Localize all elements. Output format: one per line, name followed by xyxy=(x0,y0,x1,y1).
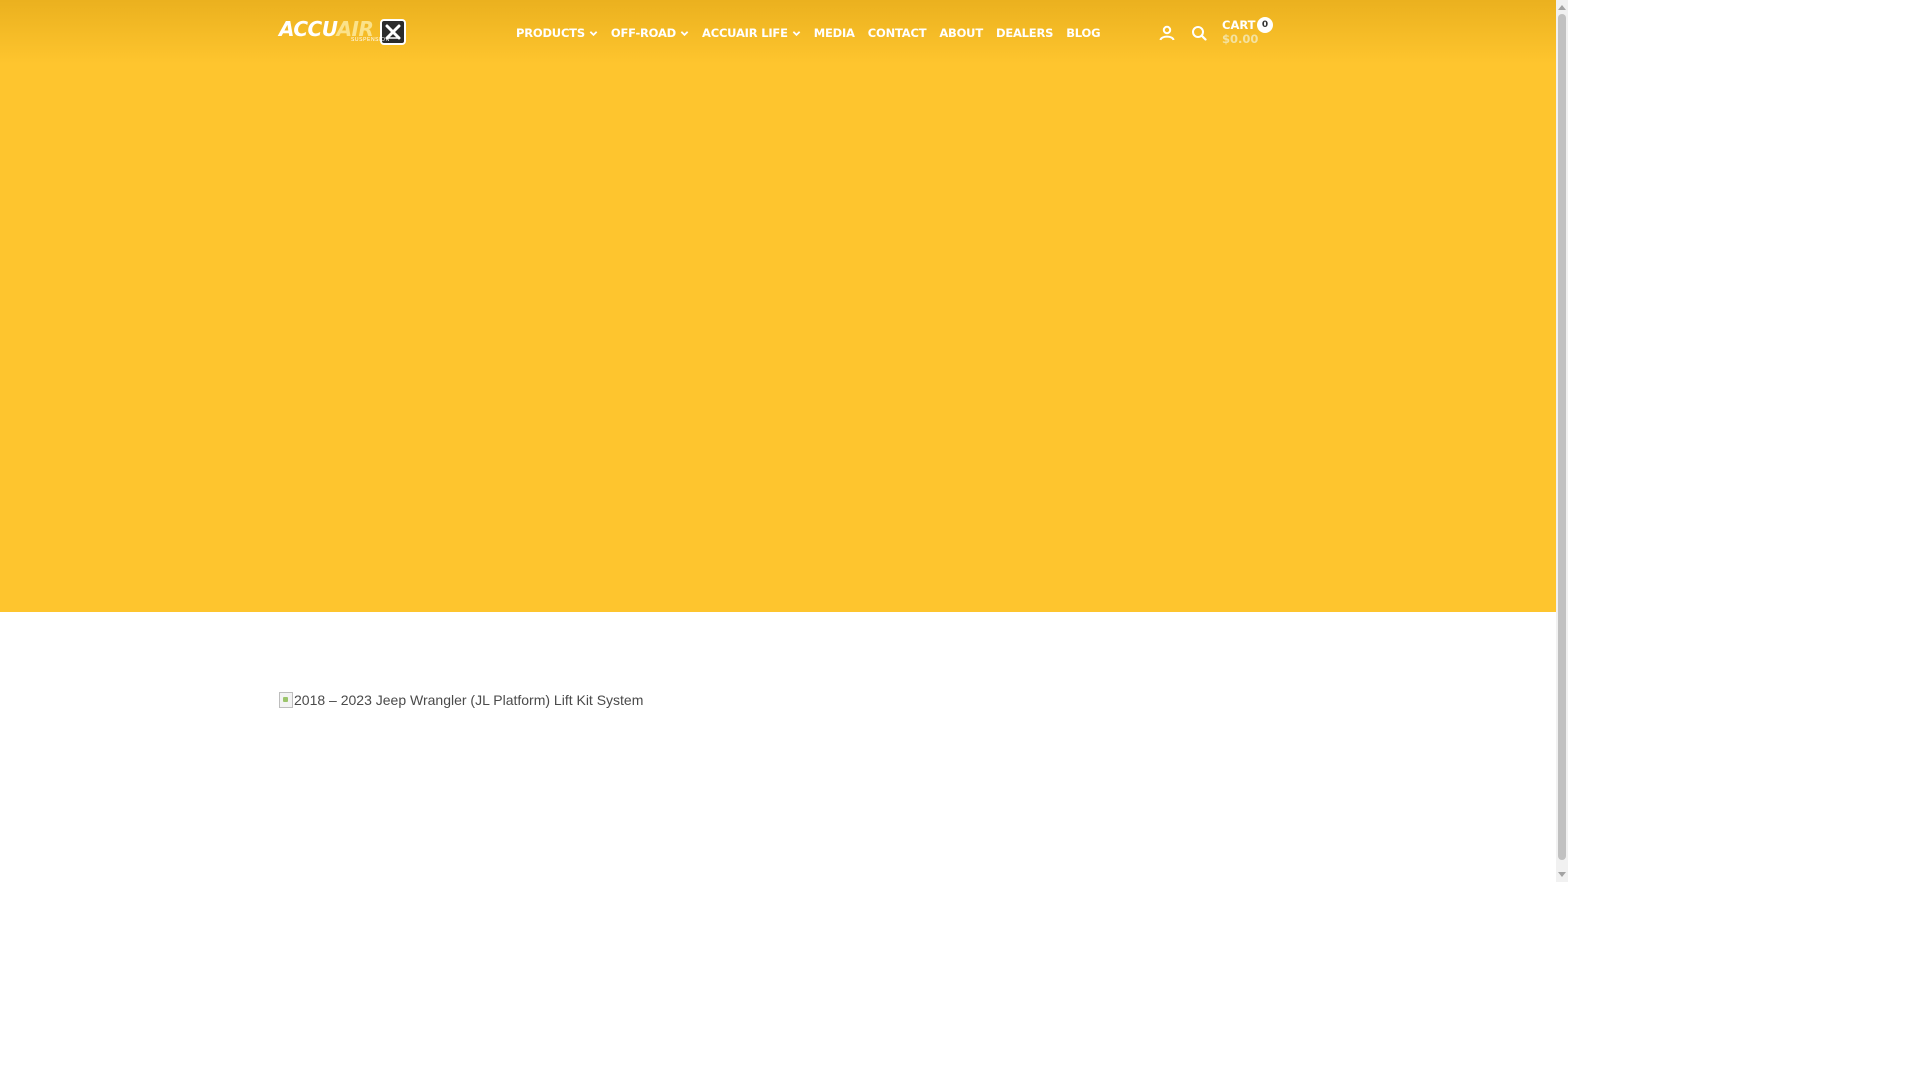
nav-item-media[interactable]: MEDIA xyxy=(814,26,855,40)
nav-item-contact[interactable]: CONTACT xyxy=(868,26,927,40)
nav-item-products[interactable]: PRODUCTS xyxy=(516,26,598,40)
nav-item-dealers[interactable]: DEALERS xyxy=(996,26,1053,40)
chevron-down-icon xyxy=(792,30,801,36)
cart-total: $0.00 xyxy=(1222,32,1259,46)
scrollbar-thumb[interactable] xyxy=(1558,14,1566,860)
chevron-down-icon xyxy=(589,30,598,36)
search-icon[interactable] xyxy=(1190,24,1208,42)
header-icons xyxy=(1158,24,1208,42)
product-image-alt-text: 2018 – 2023 Jeep Wrangler (JL Platform) … xyxy=(294,692,644,708)
chevron-down-icon xyxy=(680,30,689,36)
main-nav: PRODUCTS OFF-ROAD ACCUAIR LIFE MEDIA CON… xyxy=(516,24,1113,42)
page: ACCUAIR SUSPENSION PRODUCTS OFF-ROAD ACC… xyxy=(0,0,1568,882)
logo-subtitle: SUSPENSION xyxy=(351,37,390,43)
account-icon[interactable] xyxy=(1158,24,1176,42)
nav-item-accuair-life[interactable]: ACCUAIR LIFE xyxy=(702,26,801,40)
logo-wordmark: ACCUAIR xyxy=(279,17,374,41)
page-scrollbar[interactable] xyxy=(1556,0,1568,882)
accuair-logo[interactable]: ACCUAIR SUSPENSION xyxy=(279,17,407,46)
cart-label: CART xyxy=(1222,18,1256,32)
site-header: ACCUAIR SUSPENSION PRODUCTS OFF-ROAD ACC… xyxy=(0,0,1556,64)
scroll-down-arrow-icon[interactable] xyxy=(1556,868,1568,882)
nav-item-about[interactable]: ABOUT xyxy=(939,26,983,40)
product-image[interactable]: 2018 – 2023 Jeep Wrangler (JL Platform) … xyxy=(279,692,643,708)
broken-image-icon xyxy=(279,692,293,708)
cart-count-badge: 0 xyxy=(1257,17,1273,33)
hero-banner xyxy=(0,0,1556,612)
nav-item-blog[interactable]: BLOG xyxy=(1066,26,1100,40)
nav-item-off-road[interactable]: OFF-ROAD xyxy=(611,26,689,40)
cart-button[interactable]: CART $0.00 0 xyxy=(1222,17,1273,46)
scroll-up-arrow-icon[interactable] xyxy=(1556,0,1568,14)
